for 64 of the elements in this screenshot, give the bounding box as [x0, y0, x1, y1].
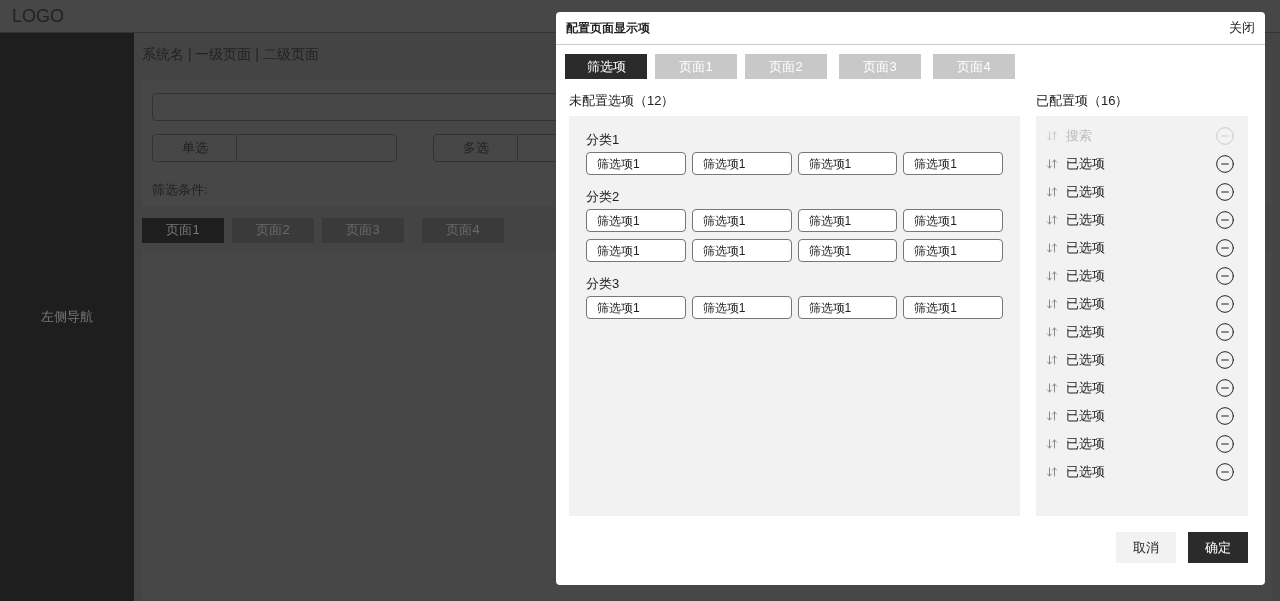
- sort-icon[interactable]: [1046, 410, 1058, 422]
- category-label: 分类2: [586, 188, 621, 207]
- configured-item: 已选项: [1066, 435, 1106, 454]
- remove-icon[interactable]: [1215, 294, 1235, 314]
- option-chip[interactable]: 筛选项1: [586, 296, 686, 319]
- option-chip[interactable]: 筛选项1: [586, 239, 686, 262]
- configured-item: 已选项: [1066, 407, 1106, 426]
- sort-icon[interactable]: [1046, 186, 1058, 198]
- close-button[interactable]: 关闭: [1229, 18, 1255, 38]
- sort-icon[interactable]: [1046, 298, 1058, 310]
- remove-icon[interactable]: [1215, 182, 1235, 202]
- configured-item: 已选项: [1066, 211, 1106, 230]
- remove-icon[interactable]: [1215, 434, 1235, 454]
- remove-icon[interactable]: [1215, 238, 1235, 258]
- sort-icon[interactable]: [1046, 326, 1058, 338]
- category-label: 分类3: [586, 275, 621, 294]
- remove-icon[interactable]: [1215, 266, 1235, 286]
- configured-item: 已选项: [1066, 379, 1106, 398]
- option-chip[interactable]: 筛选项1: [797, 296, 898, 319]
- remove-icon[interactable]: [1215, 378, 1235, 398]
- dialog-title: 配置页面显示项: [566, 20, 650, 37]
- option-chip[interactable]: 筛选项1: [691, 209, 792, 232]
- remove-icon[interactable]: [1215, 462, 1235, 482]
- configured-item: 已选项: [1066, 323, 1106, 342]
- sort-icon[interactable]: [1046, 354, 1058, 366]
- page-tab[interactable]: 页面1: [142, 217, 224, 243]
- option-chip[interactable]: 筛选项1: [797, 152, 898, 175]
- configured-item: 已选项: [1066, 183, 1106, 202]
- option-chip[interactable]: 筛选项1: [691, 239, 792, 262]
- sidebar-label: 左侧导航: [41, 308, 93, 327]
- sort-icon[interactable]: [1046, 270, 1058, 282]
- dialog-tab[interactable]: 筛选项: [565, 54, 647, 79]
- option-chip[interactable]: 筛选项1: [797, 209, 898, 232]
- sort-icon[interactable]: [1046, 242, 1058, 254]
- unconfigured-title: 未配置选项（12）: [569, 92, 676, 110]
- configured-item: 已选项: [1066, 239, 1106, 258]
- configured-item: 已选项: [1066, 295, 1106, 314]
- configured-item: 已选项: [1066, 351, 1106, 370]
- option-chip[interactable]: 筛选项1: [691, 296, 792, 319]
- remove-icon[interactable]: [1215, 322, 1235, 342]
- option-chip[interactable]: 筛选项1: [586, 209, 686, 232]
- confirm-button[interactable]: 确定: [1188, 532, 1248, 563]
- remove-icon[interactable]: [1215, 406, 1235, 426]
- option-chip[interactable]: 筛选项1: [903, 296, 1003, 319]
- configured-item: 已选项: [1066, 155, 1106, 174]
- remove-icon[interactable]: [1215, 154, 1235, 174]
- option-chip[interactable]: 筛选项1: [903, 152, 1003, 175]
- category-label: 分类1: [586, 131, 621, 150]
- sort-icon[interactable]: [1046, 214, 1058, 226]
- sort-icon[interactable]: [1046, 466, 1058, 478]
- configured-item: 已选项: [1066, 267, 1106, 286]
- option-chip[interactable]: 筛选项1: [903, 239, 1003, 262]
- remove-icon[interactable]: [1215, 210, 1235, 230]
- remove-icon[interactable]: [1215, 350, 1235, 370]
- option-chip[interactable]: 筛选项1: [691, 152, 792, 175]
- cancel-button[interactable]: 取消: [1116, 532, 1176, 563]
- option-chip[interactable]: 筛选项1: [903, 209, 1003, 232]
- option-chip[interactable]: 筛选项1: [586, 152, 686, 175]
- option-chip[interactable]: 筛选项1: [797, 239, 898, 262]
- sort-icon[interactable]: [1046, 438, 1058, 450]
- sort-icon[interactable]: [1046, 382, 1058, 394]
- configured-item: 已选项: [1066, 463, 1106, 482]
- sort-icon[interactable]: [1046, 158, 1058, 170]
- configured-title: 已配置项（16）: [1036, 92, 1130, 110]
